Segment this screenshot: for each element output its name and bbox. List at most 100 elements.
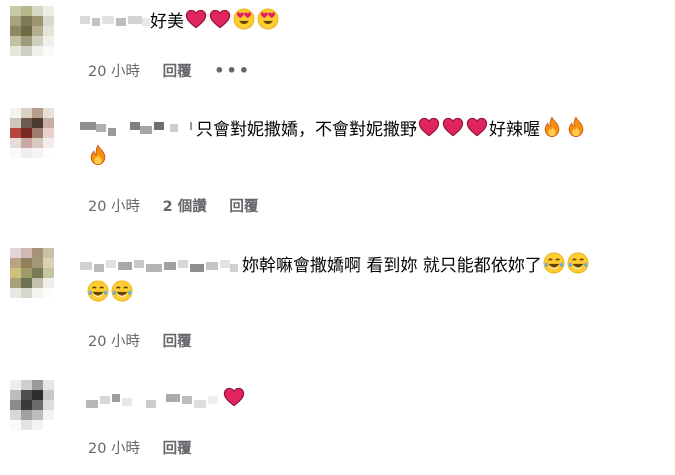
redaction-block <box>146 264 162 272</box>
avatar[interactable] <box>10 108 54 158</box>
comment-actions: 20 小時 回覆 <box>88 437 210 458</box>
comment-text <box>222 386 246 414</box>
fire-emoji-icon <box>568 116 584 137</box>
redaction-block <box>194 400 206 408</box>
redaction-block <box>220 260 230 268</box>
emoji-row <box>417 117 489 140</box>
avatar-pixel <box>21 46 32 56</box>
avatar-pixel <box>43 148 54 158</box>
comment-actions: 20 小時 2 個讚 回覆 <box>88 195 276 216</box>
redaction-block <box>134 260 144 268</box>
emoji-row-suffix <box>540 116 588 140</box>
avatar-pixel <box>32 420 43 430</box>
avatar-pixel <box>32 46 43 56</box>
comment-text-line2 <box>86 144 110 172</box>
more-options-icon[interactable]: ••• <box>214 61 251 80</box>
heart-emoji-icon <box>223 387 245 407</box>
avatar-pixel <box>32 148 43 158</box>
avatar-pixel <box>21 288 32 298</box>
redaction-block <box>142 18 150 26</box>
redaction-block <box>182 396 192 404</box>
redaction-block <box>116 18 126 26</box>
fire-emoji-icon <box>544 116 560 137</box>
redaction-block <box>118 262 132 270</box>
comment-text: 妳幹嘛會撒嬌啊 看到妳 就只能都依妳了 <box>242 252 590 280</box>
emoji-row <box>184 8 280 32</box>
redaction-block <box>128 16 142 24</box>
avatar-pixel <box>10 288 21 298</box>
redaction-block <box>208 396 218 404</box>
emoji-row-line2 <box>86 144 110 168</box>
avatar[interactable] <box>10 248 54 298</box>
avatar-pixel <box>32 288 43 298</box>
commenter-name-redacted[interactable] <box>80 122 194 140</box>
heart-emoji-icon <box>466 117 488 137</box>
redaction-block <box>92 18 100 26</box>
avatar-pixel <box>21 148 32 158</box>
comment-body: 只會對妮撒嬌，不會對妮撒野 <box>196 120 417 140</box>
redaction-block <box>130 122 140 130</box>
comment-text: 只會對妮撒嬌，不會對妮撒野 好辣喔 <box>196 116 588 144</box>
redaction-block <box>164 262 176 270</box>
redaction-block <box>100 396 110 404</box>
redaction-block <box>80 16 90 24</box>
comment-body: 妳幹嘛會撒嬌啊 看到妳 就只能都依妳了 <box>242 256 542 276</box>
heart-eyes-emoji-icon <box>233 8 255 30</box>
emoji-row <box>222 387 246 410</box>
redaction-block <box>86 400 98 408</box>
reply-button[interactable]: 回覆 <box>163 64 192 80</box>
redaction-block <box>190 264 204 272</box>
redaction-block <box>80 122 96 130</box>
commenter-name-redacted[interactable] <box>86 394 220 412</box>
redaction-block <box>80 262 92 270</box>
timestamp[interactable]: 20 小時 <box>88 199 140 215</box>
fire-emoji-icon <box>90 144 106 165</box>
timestamp[interactable]: 20 小時 <box>88 441 140 457</box>
redaction-block <box>102 16 114 24</box>
heart-emoji-icon <box>442 117 464 137</box>
tears-joy-emoji-icon <box>543 252 565 274</box>
heart-emoji-icon <box>185 9 207 29</box>
comment-text: 好美 <box>150 8 280 36</box>
redaction-block <box>154 122 164 130</box>
reply-button[interactable]: 回覆 <box>229 199 258 215</box>
timestamp[interactable]: 20 小時 <box>88 334 140 350</box>
commenter-name-redacted[interactable] <box>80 14 150 32</box>
avatar-pixel <box>43 420 54 430</box>
avatar-pixel <box>43 46 54 56</box>
redaction-block <box>94 264 104 272</box>
avatar-pixel <box>43 288 54 298</box>
redaction-block <box>146 400 156 408</box>
reply-button[interactable]: 回覆 <box>163 334 192 350</box>
comment-text-line2 <box>86 280 134 308</box>
emoji-row-line2 <box>86 280 134 304</box>
reply-button[interactable]: 回覆 <box>163 441 192 457</box>
likes-count[interactable]: 2 個讚 <box>163 199 207 215</box>
avatar-pixel <box>10 420 21 430</box>
tears-joy-emoji-icon <box>87 280 109 302</box>
redaction-block <box>108 128 116 136</box>
avatar[interactable] <box>10 380 54 430</box>
avatar-pixel <box>21 420 32 430</box>
heart-eyes-emoji-icon <box>257 8 279 30</box>
redaction-block <box>106 260 116 268</box>
tears-joy-emoji-icon <box>567 252 589 274</box>
tears-joy-emoji-icon <box>111 280 133 302</box>
avatar-pixel <box>10 148 21 158</box>
redaction-block <box>178 260 188 268</box>
redaction-block <box>166 394 180 402</box>
heart-emoji-icon <box>418 117 440 137</box>
redaction-block <box>230 264 238 272</box>
commenter-name-redacted[interactable] <box>80 260 240 278</box>
comment-body-suffix: 好辣喔 <box>489 120 540 140</box>
heart-emoji-icon <box>209 9 231 29</box>
redaction-block <box>170 124 178 132</box>
avatar[interactable] <box>10 6 54 56</box>
comment-actions: 20 小時 回覆 ••• <box>88 60 251 81</box>
timestamp[interactable]: 20 小時 <box>88 64 140 80</box>
redaction-block <box>96 124 106 132</box>
redaction-block <box>112 394 120 402</box>
comment-body: 好美 <box>150 12 184 32</box>
redaction-block <box>190 122 192 130</box>
redaction-block <box>122 398 132 406</box>
